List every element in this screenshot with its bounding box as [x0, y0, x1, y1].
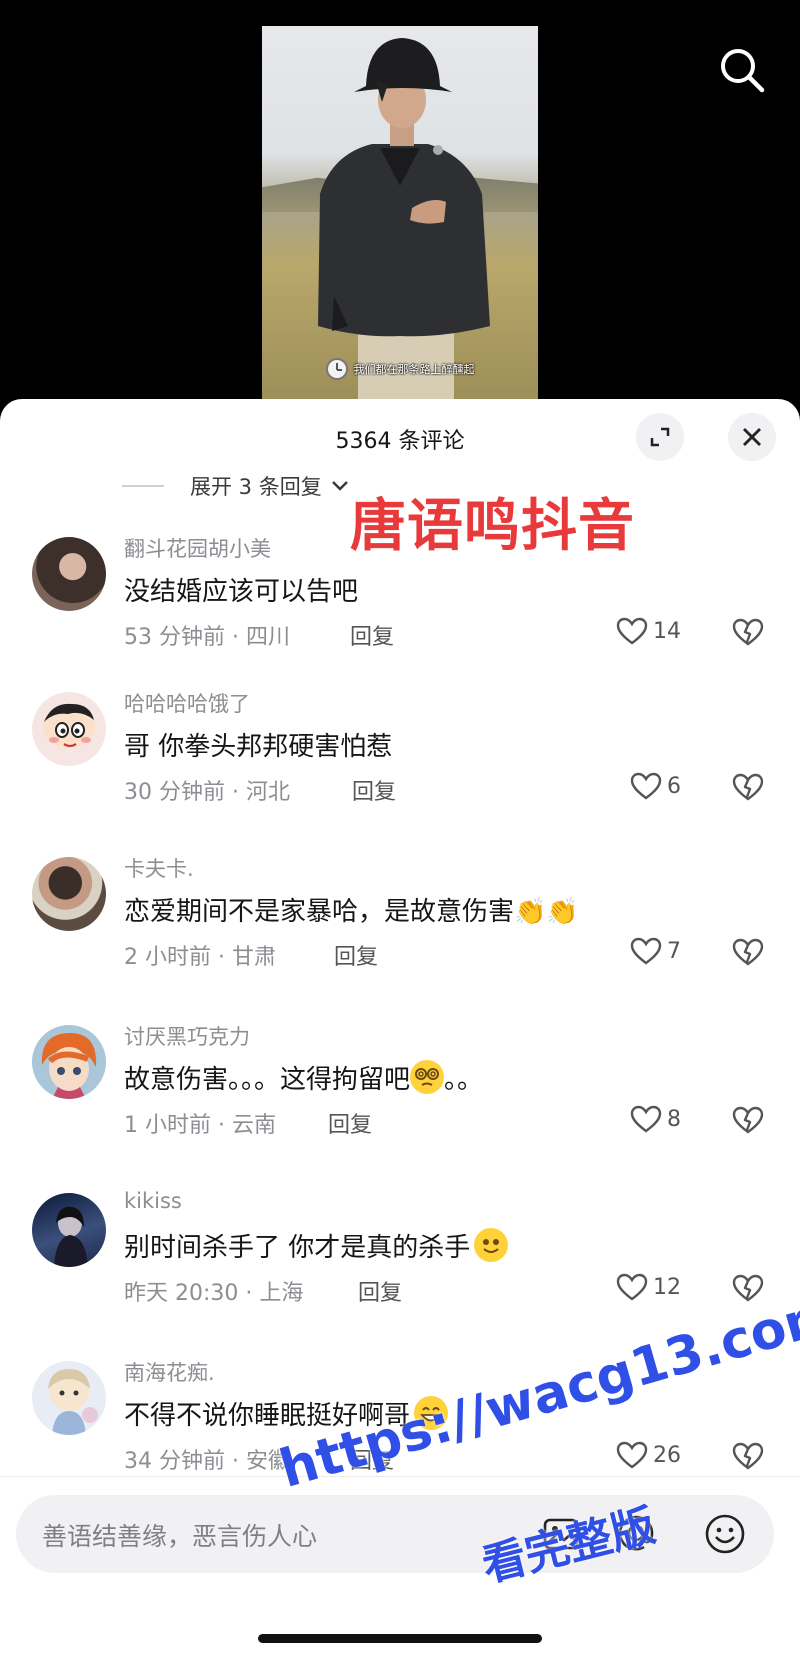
anime-avatar-icon: [41, 1033, 97, 1099]
comment-username[interactable]: 讨厌黑巧克力: [124, 1021, 250, 1051]
dislike-button[interactable]: [732, 617, 764, 651]
dislike-button[interactable]: [732, 937, 764, 971]
broken-heart-icon: [732, 1106, 764, 1134]
video-subtitle: 我们都在那条路上醉醺起: [353, 363, 475, 376]
comment-meta: 2 小时前 · 甘肃: [124, 945, 276, 970]
heart-icon: [616, 1273, 648, 1301]
clapping-hands-emoji: 👏👏: [514, 897, 579, 927]
comment-input[interactable]: 善语结善缘，恶言伤人心: [16, 1495, 774, 1573]
avatar[interactable]: [32, 1025, 106, 1099]
reply-button[interactable]: 回复: [328, 1107, 372, 1139]
broken-heart-icon: [732, 773, 764, 801]
comment-text-content: 别时间杀手了 你才是真的杀手: [124, 1233, 471, 1263]
comment-meta: 昨天 20:30 · 上海: [124, 1281, 304, 1306]
like-count: 8: [667, 1106, 681, 1132]
dizzy-face-emoji: [410, 1060, 445, 1094]
comment-text-content: 哥 你拳头邦邦硬害怕惹: [124, 732, 393, 762]
like-count: 12: [653, 1274, 681, 1300]
close-icon: [743, 428, 761, 446]
reply-button[interactable]: 回复: [334, 939, 378, 971]
divider-dash: [122, 485, 164, 487]
like-button[interactable]: 14: [616, 616, 681, 646]
broken-heart-icon: [732, 618, 764, 646]
dislike-button[interactable]: [732, 1441, 764, 1475]
chevron-down-icon: [331, 481, 348, 491]
home-indicator: [258, 1634, 542, 1643]
video-person: [318, 38, 490, 400]
heart-icon: [630, 937, 662, 965]
heart-icon: [630, 772, 662, 800]
video-frame[interactable]: 我们都在那条路上醉醺起: [262, 26, 538, 400]
comment-text: 恋爱期间不是家暴哈，是故意伤害👏👏: [124, 891, 579, 928]
comment-text-content: 故意伤害。。。这得拘留吧: [124, 1065, 411, 1095]
comment-username[interactable]: 翻斗花园胡小美: [124, 533, 271, 563]
expand-button[interactable]: [636, 413, 684, 461]
comment-text-content: 没结婚应该可以告吧: [124, 577, 359, 607]
like-button[interactable]: 12: [616, 1272, 681, 1302]
comment-text: 没结婚应该可以告吧: [124, 571, 358, 608]
heart-icon: [616, 617, 648, 645]
comment-username[interactable]: 哈哈哈哈饿了: [124, 688, 250, 718]
search-button[interactable]: [716, 44, 768, 96]
broken-heart-icon: [732, 938, 764, 966]
reply-button[interactable]: 回复: [350, 619, 394, 651]
broken-heart-icon: [732, 1442, 764, 1470]
avatar[interactable]: [32, 537, 106, 611]
comment-item[interactable]: 卡夫卡. 恋爱期间不是家暴哈，是故意伤害👏👏 2 小时前 · 甘肃 回复 7: [0, 857, 800, 1007]
chibi-avatar-icon: [48, 1369, 98, 1435]
comment-item[interactable]: kikiss 别时间杀手了 你才是真的杀手 昨天 20:30 · 上海 回复 1…: [0, 1189, 800, 1343]
avatar[interactable]: [32, 857, 106, 931]
emoji-button[interactable]: [704, 1513, 746, 1559]
like-count: 26: [653, 1442, 681, 1468]
dislike-button[interactable]: [732, 1105, 764, 1139]
trailing-dots: 。。: [444, 1065, 484, 1095]
reply-button[interactable]: 回复: [358, 1275, 402, 1307]
reply-button[interactable]: 回复: [352, 774, 396, 806]
like-button[interactable]: 7: [630, 936, 681, 966]
like-count: 6: [667, 773, 681, 799]
like-button[interactable]: 6: [630, 771, 681, 801]
portrait-avatar-icon: [54, 1206, 88, 1267]
comment-username[interactable]: 卡夫卡.: [124, 853, 194, 883]
comment-text: 哥 你拳头邦邦硬害怕惹: [124, 726, 392, 763]
avatar[interactable]: [32, 1193, 106, 1267]
comment-text-content: 恋爱期间不是家暴哈，是故意伤害: [124, 897, 515, 927]
like-count: 7: [667, 938, 681, 964]
comment-meta: 53 分钟前 · 四川: [124, 625, 290, 650]
heart-icon: [630, 1105, 662, 1133]
subtitle-row: 我们都在那条路上醉醺起: [262, 358, 538, 380]
sheet-header: 5364 条评论: [0, 399, 800, 479]
like-count: 14: [653, 618, 681, 644]
comment-sheet: 5364 条评论 展开 3 条回复 翻斗花园胡小美 没结婚应该可以告吧 53 分: [0, 399, 800, 1662]
video-area[interactable]: 我们都在那条路上醉醺起: [0, 0, 800, 400]
cartoon-avatar-icon: [43, 703, 95, 748]
avatar[interactable]: [32, 1361, 106, 1435]
like-button[interactable]: 8: [630, 1104, 681, 1134]
dislike-button[interactable]: [732, 772, 764, 806]
comment-text: 故意伤害。。。这得拘留吧 。。: [124, 1059, 483, 1096]
expand-replies-button[interactable]: 展开 3 条回复: [122, 471, 350, 501]
comment-meta: 34 分钟前 · 安徽: [124, 1449, 290, 1474]
search-icon: [721, 49, 765, 93]
comment-item[interactable]: 哈哈哈哈饿了 哥 你拳头邦邦硬害怕惹 30 分钟前 · 河北 回复 6: [0, 692, 800, 842]
avatar[interactable]: [32, 692, 106, 766]
close-button[interactable]: [728, 413, 776, 461]
expand-replies-label: 展开 3 条回复: [190, 475, 322, 499]
heart-icon: [616, 1441, 648, 1469]
comment-username[interactable]: kikiss: [124, 1189, 182, 1213]
comment-input-placeholder: 善语结善缘，恶言伤人心: [42, 1522, 318, 1551]
broken-heart-icon: [732, 1274, 764, 1302]
comment-username[interactable]: 南海花痴.: [124, 1357, 215, 1387]
comment-input-area: 善语结善缘，恶言伤人心: [0, 1476, 800, 1663]
comment-meta: 30 分钟前 · 河北: [124, 780, 290, 805]
smiley-icon: [705, 1514, 745, 1554]
comment-item[interactable]: 讨厌黑巧克力 故意伤害。。。这得拘留吧。。 1 小时前 · 云南 回复 8: [0, 1025, 800, 1175]
comment-meta: 1 小时前 · 云南: [124, 1113, 276, 1138]
like-button[interactable]: 26: [616, 1440, 681, 1470]
expand-icon: [650, 427, 670, 447]
comment-text: 别时间杀手了 你才是真的杀手: [124, 1227, 509, 1264]
smiling-face-emoji: [474, 1228, 509, 1262]
clock-icon: [325, 358, 348, 380]
overlay-title: 唐语鸣抖音: [350, 494, 635, 559]
